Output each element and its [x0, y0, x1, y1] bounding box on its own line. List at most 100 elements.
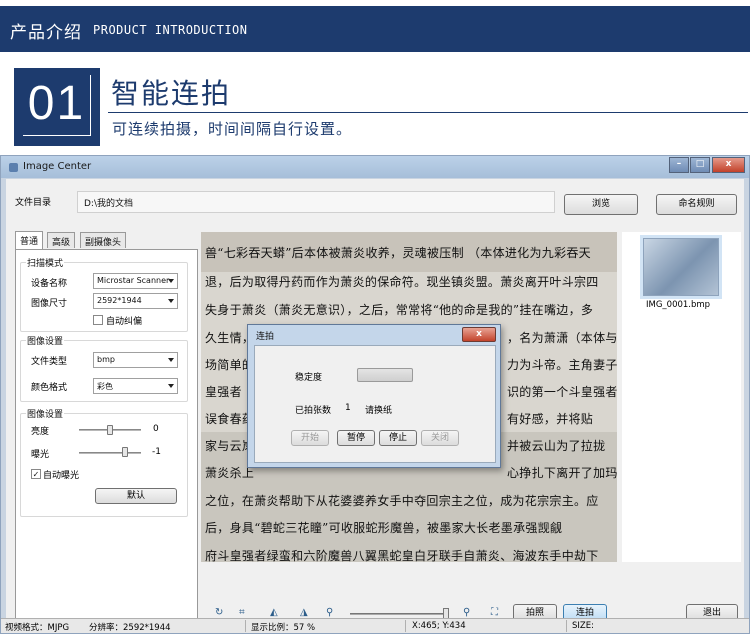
chevron-down-icon	[168, 299, 174, 303]
rotate-icon[interactable]: ↻	[215, 607, 223, 618]
color-format-label: 颜色格式	[31, 383, 68, 393]
status-coords: X:465; Y:434	[412, 621, 466, 631]
start-button[interactable]: 开始	[291, 430, 329, 446]
device-label: 设备名称	[31, 279, 68, 289]
app-icon	[9, 163, 18, 172]
doc-line: 失身于萧炎（萧炎无意识），之后，常常将“他的命是我的”挂在嘴边，多	[205, 303, 594, 317]
brightness-value: 0	[153, 424, 159, 434]
autocorrect-label: 自动纠偏	[106, 317, 143, 327]
pause-button[interactable]: 暂停	[337, 430, 375, 446]
thumbnail-pane: IMG_0001.bmp	[622, 232, 741, 562]
feature-number: 01	[23, 75, 91, 136]
doc-line-fragment: 力为斗帝。主角妻子	[507, 358, 617, 372]
image-settings-group: 图像设置 文件类型 bmp 颜色格式 彩色	[20, 334, 188, 402]
minimize-button[interactable]: –	[669, 157, 689, 173]
maximize-button[interactable]: □	[690, 157, 710, 173]
status-scale: 显示比例：57 %	[251, 623, 316, 633]
exposure-slider-thumb[interactable]	[121, 447, 128, 457]
zoom-out-icon[interactable]: ⚲	[326, 607, 333, 618]
exposure-label: 曝光	[31, 450, 50, 460]
banner-title-cn: 产品介绍	[10, 23, 82, 43]
status-divider	[245, 620, 246, 632]
captured-count-label: 已拍张数	[295, 406, 332, 416]
scan-mode-title: 扫描模式	[26, 256, 65, 269]
burst-dialog: 连拍 x 稳定度 已拍张数 1 请换纸 开始 暂停 停止 关闭	[247, 324, 501, 468]
auto-exposure-checkbox[interactable]: ✓	[31, 469, 41, 479]
auto-exposure-label: 自动曝光	[43, 471, 80, 481]
thumbnail-image[interactable]	[643, 238, 719, 296]
chevron-down-icon	[168, 384, 174, 388]
autocorrect-checkbox[interactable]	[93, 315, 103, 325]
color-format-value: 彩色	[97, 382, 113, 391]
captured-count-value: 1	[345, 403, 351, 413]
window-title: Image Center	[23, 161, 92, 172]
status-format: 视频格式：MJPG	[5, 623, 70, 633]
zoom-slider-track[interactable]	[350, 613, 448, 615]
crop-icon[interactable]: ⌗	[239, 607, 245, 618]
banner-title-en: PRODUCT INTRODUCTION	[93, 23, 248, 37]
brightness-label: 亮度	[31, 427, 50, 437]
device-select[interactable]: Microstar Scanner	[93, 273, 178, 289]
app-window: Image Center – □ x 文件目录 D:\我的文档 浏览 命名规则 …	[0, 155, 750, 634]
adjust-group: 图像设置 亮度 0 曝光 -1 ✓ 自动曝光 默认	[20, 407, 188, 517]
color-format-select[interactable]: 彩色	[93, 378, 178, 394]
doc-line-fragment: 心挣扎下离开了加玛	[507, 466, 617, 480]
status-divider	[566, 620, 567, 632]
doc-line-fragment: 并被云山为了拉拢	[507, 439, 606, 453]
dialog-close-button[interactable]: x	[462, 327, 496, 342]
directory-path-field[interactable]: D:\我的文档	[77, 191, 555, 213]
zoom-in-icon[interactable]: ⚲	[463, 607, 470, 618]
scan-mode-group: 扫描模式 设备名称 Microstar Scanner 图像尺寸 2592*19…	[20, 256, 188, 332]
status-resolution: 分辨率：2592*1944	[89, 623, 171, 633]
rotate-left-icon[interactable]: ◭	[270, 607, 278, 618]
doc-line: 后，身具“碧蛇三花瞳”可收服蛇形魔兽，被墨家大长老墨承强觊觎	[205, 521, 563, 535]
feature-number-box: 01	[14, 68, 100, 146]
status-bar: 视频格式：MJPG 分辨率：2592*1944 显示比例：57 % X:465;…	[1, 618, 749, 633]
image-size-label: 图像尺寸	[31, 299, 68, 309]
stability-label: 稳定度	[295, 373, 323, 383]
dialog-close-action-button[interactable]: 关闭	[421, 430, 459, 446]
doc-line: 兽“七彩吞天蟒”后本体被萧炎收养，灵魂被压制 （本体进化为九彩吞天	[205, 246, 591, 260]
filetype-select[interactable]: bmp	[93, 352, 178, 368]
image-size-value: 2592*1944	[97, 296, 142, 305]
stability-progress	[357, 368, 413, 382]
window-titlebar[interactable]: Image Center – □ x	[1, 156, 749, 178]
thumbnail-filename: IMG_0001.bmp	[646, 300, 711, 310]
doc-line-fragment: 识的第一个斗皇强者	[507, 385, 617, 399]
exposure-value: -1	[152, 447, 161, 457]
feature-divider	[108, 112, 748, 113]
filetype-label: 文件类型	[31, 357, 68, 367]
doc-line-fragment: 有好感，并将贴	[507, 412, 594, 426]
rotate-right-icon[interactable]: ◮	[300, 607, 308, 618]
doc-line-fragment: ，名为萧潇（本体与	[507, 331, 617, 345]
adjust-title: 图像设置	[26, 407, 65, 420]
doc-line: 退，后为取得丹药而作为萧炎的保命符。现坐镇炎盟。萧炎离开叶斗宗四	[205, 275, 599, 289]
chevron-down-icon	[168, 358, 174, 362]
filetype-value: bmp	[97, 355, 115, 364]
dialog-title: 连拍	[256, 332, 275, 342]
image-size-select[interactable]: 2592*1944	[93, 293, 178, 309]
tab-secondary-camera[interactable]: 副摄像头	[80, 232, 127, 248]
image-settings-title: 图像设置	[26, 334, 65, 347]
stop-button[interactable]: 停止	[379, 430, 417, 446]
settings-panel: 扫描模式 设备名称 Microstar Scanner 图像尺寸 2592*19…	[15, 249, 198, 625]
default-button[interactable]: 默认	[95, 488, 177, 504]
dialog-body: 稳定度 已拍张数 1 请换纸 开始 暂停 停止 关闭	[254, 345, 496, 463]
banner: 产品介绍 PRODUCT INTRODUCTION	[0, 6, 750, 52]
device-select-value: Microstar Scanner	[97, 276, 170, 285]
close-button[interactable]: x	[712, 157, 745, 173]
tab-general[interactable]: 普通	[15, 231, 44, 249]
tab-advanced[interactable]: 高级	[47, 232, 76, 248]
captured-count-hint: 请换纸	[365, 406, 393, 416]
feature-subtitle: 可连续拍摄，时间间隔自行设置。	[112, 120, 353, 138]
naming-rules-button[interactable]: 命名规则	[656, 194, 737, 215]
exposure-slider-track[interactable]	[79, 452, 141, 454]
fit-icon[interactable]: ⛶	[491, 607, 498, 618]
doc-line: 之位，在萧炎帮助下从花婆婆养女手中夺回宗主之位，成为花宗宗主。应	[205, 494, 599, 508]
feature-title: 智能连拍	[111, 77, 232, 110]
brightness-slider-thumb[interactable]	[107, 425, 113, 435]
chevron-down-icon	[168, 279, 174, 283]
status-size: SIZE:	[572, 621, 594, 631]
browse-button[interactable]: 浏览	[564, 194, 638, 215]
doc-line: 府斗皇强者绿蛮和六阶魔兽八翼黑蛇皇白牙联手自萧炎、海波东手中劫下	[205, 549, 599, 562]
